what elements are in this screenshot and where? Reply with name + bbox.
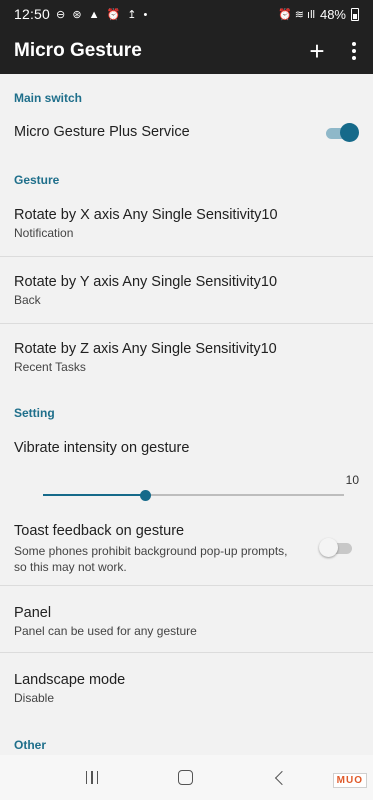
recents-icon[interactable] <box>85 771 99 784</box>
status-time: 12:50 <box>14 6 51 22</box>
app-actions: + <box>299 28 373 74</box>
back-icon[interactable] <box>274 770 290 785</box>
status-bar: 12:50 ⊖ ⊛ ▲ ⏰ ↥ • ⏰ ≋ ıll 48% <box>0 0 373 28</box>
divider <box>0 585 373 586</box>
pref-rotate-x-summary: Notification <box>14 226 74 240</box>
pref-rotate-y-title: Rotate by Y axis Any Single Sensitivity1… <box>14 274 278 290</box>
pref-rotate-z[interactable]: Rotate by Z axis Any Single Sensitivity1… <box>14 340 359 375</box>
navigation-bar <box>0 755 373 800</box>
pref-rotate-x-title: Rotate by X axis Any Single Sensitivity1… <box>14 207 278 223</box>
divider <box>0 256 373 257</box>
notification-icons: ⊖ ⊛ ▲ ⏰ ↥ • <box>56 8 150 21</box>
pref-toast-summary: Some phones prohibit background pop-up p… <box>14 544 288 574</box>
pref-rotate-y[interactable]: Rotate by Y axis Any Single Sensitivity1… <box>14 273 359 308</box>
pref-landscape[interactable]: Landscape mode Disable <box>14 671 359 706</box>
status-right-group: ⏰ ≋ ıll 48% <box>278 7 359 22</box>
add-button[interactable]: + <box>299 28 335 74</box>
pref-landscape-summary: Disable <box>14 691 55 705</box>
toast-toggle[interactable] <box>319 538 354 557</box>
pref-rotate-y-summary: Back <box>14 293 41 307</box>
watermark-logo: MUO <box>332 773 367 788</box>
pref-panel[interactable]: Panel Panel can be used for any gesture <box>14 604 359 639</box>
pref-rotate-z-title: Rotate by Z axis Any Single Sensitivity1… <box>14 341 277 357</box>
more-options-icon[interactable] <box>335 28 373 74</box>
category-gesture: Gesture <box>14 173 60 187</box>
pref-panel-title: Panel <box>14 605 52 621</box>
category-setting: Setting <box>14 406 55 420</box>
toggle-thumb <box>319 538 338 557</box>
category-main-switch: Main switch <box>14 91 83 105</box>
pref-service[interactable]: Micro Gesture Plus Service <box>14 123 359 141</box>
category-other: Other <box>14 738 47 752</box>
pref-landscape-title: Landscape mode <box>14 672 126 688</box>
divider <box>0 652 373 653</box>
system-icons: ⏰ ≋ ıll <box>277 8 315 21</box>
pref-rotate-z-summary: Recent Tasks <box>14 360 86 374</box>
pref-vibrate: Vibrate intensity on gesture <box>14 439 359 457</box>
pref-service-title: Micro Gesture Plus Service <box>14 124 190 140</box>
vibrate-slider[interactable] <box>43 488 344 502</box>
home-icon[interactable] <box>178 770 194 785</box>
battery-icon <box>351 7 359 21</box>
pref-panel-summary: Panel can be used for any gesture <box>14 624 197 638</box>
toggle-thumb <box>340 123 359 142</box>
vibrate-value: 10 <box>345 473 359 487</box>
divider <box>0 323 373 324</box>
pref-toast[interactable]: Toast feedback on gesture Some phones pr… <box>14 522 299 575</box>
pref-vibrate-title: Vibrate intensity on gesture <box>14 440 190 456</box>
battery-percent: 48% <box>319 6 346 22</box>
service-toggle[interactable] <box>326 123 359 142</box>
slider-thumb[interactable] <box>140 490 152 501</box>
app-title: Micro Gesture <box>14 40 142 61</box>
pref-rotate-x[interactable]: Rotate by X axis Any Single Sensitivity1… <box>14 206 359 241</box>
slider-fill <box>43 494 146 496</box>
app-bar: Micro Gesture + <box>0 28 373 74</box>
plus-icon: + <box>309 35 325 66</box>
pref-toast-title: Toast feedback on gesture <box>14 523 185 539</box>
